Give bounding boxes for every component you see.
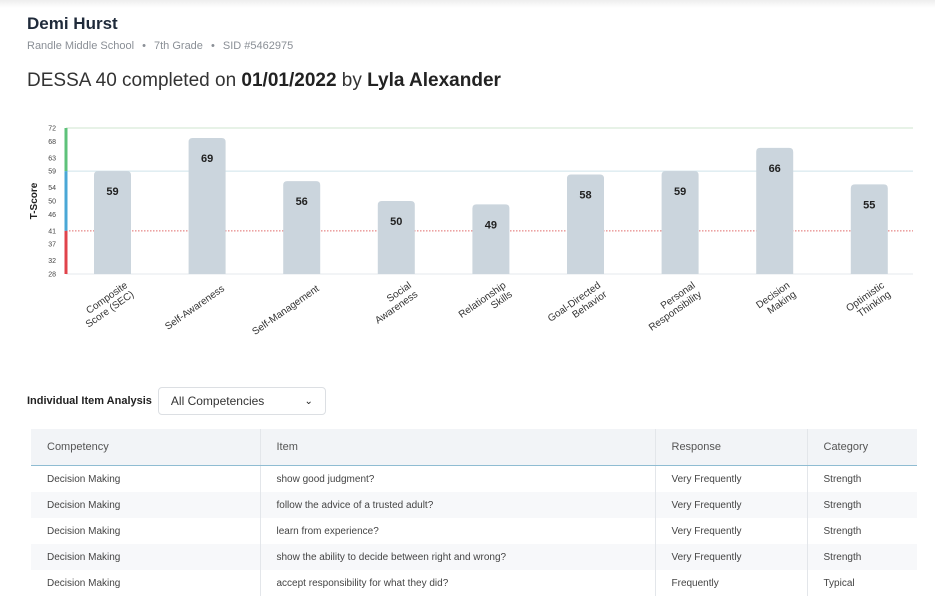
y-tick-label: 37 xyxy=(48,242,56,249)
cell-item: accept responsibility for what they did? xyxy=(259,570,655,596)
item-analysis-table: Competency Item Response Category Decisi… xyxy=(31,429,917,596)
cell-response: Very Frequently xyxy=(654,492,807,518)
tscore-bar-chart: 28 32 37 41 46 50 54 59 63 68 72 T-Score 59 Composite… xyxy=(29,126,913,338)
assessment-date: 01/01/2022 xyxy=(241,70,337,91)
x-tick-label: DecisionMaking xyxy=(754,280,798,320)
student-id: SID #5462975 xyxy=(222,40,294,52)
cell-item: show good judgment? xyxy=(259,465,655,492)
cell-competency: Decision Making xyxy=(31,544,260,570)
bar-value-label: 50 xyxy=(390,216,402,228)
bar-value-label: 69 xyxy=(201,153,213,165)
cell-category: Strength xyxy=(806,518,917,544)
bar-value-label: 58 xyxy=(579,189,591,201)
x-tick-label: Goal-DirectedBehavior xyxy=(546,280,610,334)
y-tick-label: 54 xyxy=(48,185,56,192)
score-band xyxy=(64,230,68,274)
y-tick-label: 59 xyxy=(48,169,56,176)
x-tick-label: PersonalResponsibility xyxy=(641,280,704,333)
column-header-item[interactable]: Item xyxy=(259,429,655,466)
bar-value-label: 56 xyxy=(296,196,308,208)
x-tick-label: SocialAwareness xyxy=(367,280,420,326)
cell-response: Frequently xyxy=(654,570,807,596)
cell-item: follow the advice of a trusted adult? xyxy=(259,492,655,518)
bar xyxy=(850,184,888,274)
cell-category: Strength xyxy=(806,492,917,518)
y-tick-label: 28 xyxy=(48,272,56,279)
y-axis-label: T-Score xyxy=(29,182,40,219)
school-name: Randle Middle School xyxy=(27,40,135,52)
y-tick-label: 72 xyxy=(48,126,56,133)
table-row: Decision Making accept responsibility fo… xyxy=(31,570,917,596)
cell-response: Very Frequently xyxy=(654,544,807,570)
chevron-down-icon: ⌄ xyxy=(304,395,313,407)
x-tick-label: CompositeScore (SEC) xyxy=(78,280,137,330)
assessment-title: DESSA 40 completed on 01/01/2022 by Lyla… xyxy=(27,70,501,92)
item-analysis-label: Individual Item Analysis xyxy=(27,395,152,407)
y-tick-label: 68 xyxy=(48,139,56,146)
student-meta: Randle Middle School • 7th Grade • SID #… xyxy=(27,40,293,52)
competency-select-value: All Competencies xyxy=(170,394,265,408)
bar xyxy=(283,181,321,274)
column-header-category[interactable]: Category xyxy=(806,429,917,466)
cell-category: Strength xyxy=(806,544,917,570)
assessment-prefix: DESSA 40 completed on xyxy=(27,70,237,91)
bar xyxy=(377,201,415,274)
meta-separator: • xyxy=(142,40,146,52)
student-header: Demi Hurst Randle Middle School • 7th Gr… xyxy=(27,14,293,52)
x-tick-label: OptimisticThinking xyxy=(844,280,893,323)
x-tick-label: Self-Awareness xyxy=(163,283,227,332)
bar-value-label: 59 xyxy=(674,186,686,198)
bar-value-label: 66 xyxy=(769,163,781,175)
score-band xyxy=(64,171,68,231)
x-tick-label-line: Self-Awareness xyxy=(163,283,227,332)
cell-competency: Decision Making xyxy=(31,492,260,518)
cell-response: Very Frequently xyxy=(654,465,807,492)
grade-level: 7th Grade xyxy=(154,40,203,52)
column-header-competency[interactable]: Competency xyxy=(31,429,260,466)
top-shadow xyxy=(0,0,935,8)
table-row: Decision Making learn from experience? V… xyxy=(31,518,917,544)
y-tick-label: 46 xyxy=(48,212,56,219)
score-band xyxy=(64,128,68,172)
bar-value-label: 49 xyxy=(485,219,497,231)
y-tick-label: 50 xyxy=(48,199,56,206)
table-header-row: Competency Item Response Category xyxy=(31,429,917,466)
cell-item: learn from experience? xyxy=(259,518,655,544)
cell-response: Very Frequently xyxy=(654,518,807,544)
table-row: Decision Making show good judgment? Very… xyxy=(31,465,917,492)
y-tick-label: 41 xyxy=(48,228,56,235)
cell-competency: Decision Making xyxy=(47,525,121,537)
rater-name: Lyla Alexander xyxy=(367,70,501,91)
student-name: Demi Hurst xyxy=(27,14,118,33)
table-row: Decision Making follow the advice of a t… xyxy=(31,492,917,518)
table-row: Decision Making show the ability to deci… xyxy=(31,544,917,570)
bar-value-label: 59 xyxy=(106,186,118,198)
x-tick-label: Self-Management xyxy=(250,283,321,337)
cell-competency: Decision Making xyxy=(47,473,121,485)
bar-value-label: 55 xyxy=(863,199,875,211)
column-header-response[interactable]: Response xyxy=(654,429,807,466)
x-tick-label-line: Self-Management xyxy=(250,283,321,337)
item-analysis-controls: Individual Item Analysis All Competencie… xyxy=(27,387,326,415)
x-tick-label: RelationshipSkills xyxy=(457,280,515,330)
meta-separator: • xyxy=(210,40,215,52)
y-tick-label: 63 xyxy=(48,155,56,162)
assessment-by: by xyxy=(341,70,362,91)
bar xyxy=(472,204,510,274)
competency-select[interactable]: All Competencies ⌄ xyxy=(157,387,326,415)
cell-category: Strength xyxy=(806,465,917,492)
cell-category: Typical xyxy=(806,570,917,596)
cell-item: show the ability to decide between right… xyxy=(259,544,655,570)
y-tick-label: 32 xyxy=(48,258,56,265)
cell-competency: Decision Making xyxy=(47,577,121,589)
